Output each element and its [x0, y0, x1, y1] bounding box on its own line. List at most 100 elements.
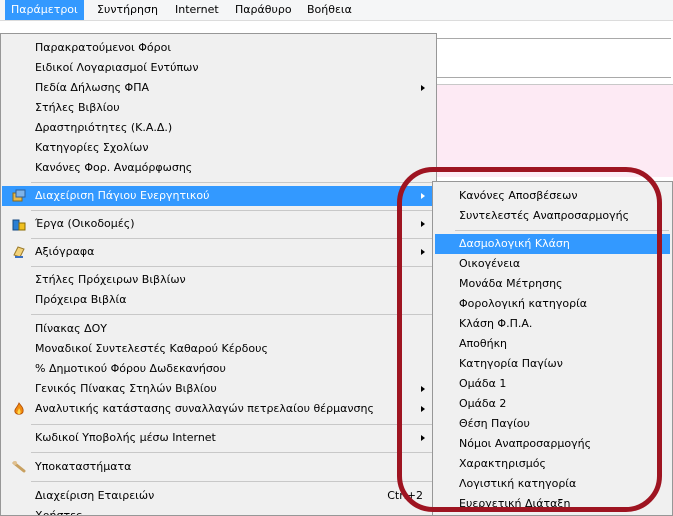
submenu-item-label: Χαρακτηρισμός — [459, 457, 546, 470]
menu-internet[interactable]: Internet — [169, 0, 225, 20]
submenu-arrow-icon — [421, 85, 425, 91]
background-toolbar-panel — [436, 38, 671, 78]
submenu-item-revaluation-coefficients[interactable]: Συντελεστές Αναπροσαρμογής — [435, 206, 670, 226]
submenu-item-label: Κατηγορία Παγίων — [459, 357, 563, 370]
menu-item-projects-buildings[interactable]: Έργα (Οικοδομές) — [2, 214, 435, 234]
submenu-item-unit-of-measure[interactable]: Μονάδα Μέτρησης — [435, 274, 670, 294]
menu-maintenance[interactable]: Συντήρηση — [91, 0, 164, 20]
submenu-item-depreciation-rules[interactable]: Κανόνες Αποσβέσεων — [435, 186, 670, 206]
menu-help[interactable]: Βοήθεια — [301, 0, 358, 20]
menu-item-net-profit-coefficients[interactable]: Μοναδικοί Συντελεστές Καθαρού Κέρδους — [2, 339, 435, 359]
menu-item-vat-declaration-fields[interactable]: Πεδία Δήλωσης ΦΠΑ — [2, 78, 435, 98]
menu-item-tax-adjustment-rules[interactable]: Κανόνες Φορ. Αναμόρφωσης — [2, 158, 435, 178]
submenu-item-group-1[interactable]: Ομάδα 1 — [435, 374, 670, 394]
submenu-item-asset-category[interactable]: Κατηγορία Παγίων — [435, 354, 670, 374]
menu-separator — [31, 238, 435, 239]
menu-item-comment-categories[interactable]: Κατηγορίες Σχολίων — [2, 138, 435, 158]
fixed-assets-submenu: Κανόνες Αποσβέσεων Συντελεστές Αναπροσαρ… — [432, 181, 673, 516]
submenu-item-warehouse[interactable]: Αποθήκη — [435, 334, 670, 354]
menu-item-label: Στήλες Πρόχειρων Βιβλίων — [35, 273, 186, 286]
submenu-arrow-icon — [421, 221, 425, 227]
submenu-item-label: Συντελεστές Αναπροσαρμογής — [459, 209, 630, 222]
menu-item-company-management[interactable]: Διαχείριση Εταιρειών Ctrl+2 — [2, 486, 435, 506]
menu-separator — [31, 210, 435, 211]
submenu-item-label: Δασμολογική Κλάση — [459, 237, 570, 250]
submenu-item-label: Φορολογική κατηγορία — [459, 297, 588, 310]
submenu-item-label: Ευεργετική Διάταξη — [459, 497, 571, 510]
menu-item-tax-office-table[interactable]: Πίνακας ΔΟΥ — [2, 319, 435, 339]
menu-separator — [31, 182, 435, 183]
submenu-item-asset-location[interactable]: Θέση Παγίου — [435, 414, 670, 434]
menu-bar: Παράμετροι Συντήρηση Internet Παράθυρο Β… — [0, 0, 673, 21]
menu-item-label: Δραστηριότητες (Κ.Α.Δ.) — [35, 121, 173, 134]
menu-separator — [31, 481, 435, 482]
menu-separator — [31, 424, 435, 425]
branches-icon — [12, 461, 26, 473]
menu-item-dodecanese-municipal-tax[interactable]: % Δημοτικού Φόρου Δωδεκανήσου — [2, 359, 435, 379]
menu-item-book-columns[interactable]: Στήλες Βιβλίου — [2, 98, 435, 118]
submenu-item-accounting-category[interactable]: Λογιστική κατηγορία — [435, 474, 670, 494]
submenu-item-vat-class[interactable]: Κλάση Φ.Π.Α. — [435, 314, 670, 334]
menu-item-draft-book-columns[interactable]: Στήλες Πρόχειρων Βιβλίων — [2, 270, 435, 290]
menu-item-label: % Δημοτικού Φόρου Δωδεκανήσου — [35, 362, 226, 375]
menu-separator — [31, 314, 435, 315]
menu-item-label: Έργα (Οικοδομές) — [35, 217, 135, 230]
menu-separator — [31, 266, 435, 267]
assets-icon — [12, 189, 26, 202]
menu-parameters[interactable]: Παράμετροι — [5, 0, 84, 20]
submenu-item-group-2[interactable]: Ομάδα 2 — [435, 394, 670, 414]
menu-separator — [31, 452, 435, 453]
submenu-item-label: Ομάδα 2 — [459, 397, 507, 410]
submenu-item-label: Λογιστική κατηγορία — [459, 477, 577, 490]
menu-item-heating-oil-transactions[interactable]: Αναλυτικής κατάστασης συναλλαγών πετρελα… — [2, 399, 435, 419]
menu-item-draft-books[interactable]: Πρόχειρα Βιβλία — [2, 290, 435, 310]
menu-item-label: Αναλυτικής κατάστασης συναλλαγών πετρελα… — [35, 402, 374, 415]
menu-item-special-form-accounts[interactable]: Ειδικοί Λογαριασμοί Εντύπων — [2, 58, 435, 78]
shortcut-label: Ctrl+2 — [387, 489, 423, 502]
submenu-item-label: Κανόνες Αποσβέσεων — [459, 189, 578, 202]
submenu-item-label: Οικογένεια — [459, 257, 521, 270]
flame-icon — [14, 402, 24, 415]
menu-item-label: Υποκαταστήματα — [35, 460, 132, 473]
submenu-arrow-icon — [421, 406, 425, 412]
construction-icon — [12, 219, 26, 231]
menu-item-label: Κατηγορίες Σχολίων — [35, 141, 149, 154]
menu-item-label: Πρόχειρα Βιβλία — [35, 293, 127, 306]
submenu-item-characterization[interactable]: Χαρακτηρισμός — [435, 454, 670, 474]
submenu-item-revaluation-laws[interactable]: Νόμοι Αναπροσαρμογής — [435, 434, 670, 454]
menu-item-label: Κωδικοί Υποβολής μέσω Internet — [35, 431, 216, 444]
menu-item-label: Διαχείριση Πάγιου Ενεργητικού — [35, 189, 210, 202]
menu-item-label: Ειδικοί Λογαριασμοί Εντύπων — [35, 61, 199, 74]
menu-item-securities[interactable]: Αξιόγραφα — [2, 242, 435, 262]
submenu-item-label: Αποθήκη — [459, 337, 508, 350]
menu-item-label: Χρήστες — [35, 509, 83, 516]
submenu-item-tax-category[interactable]: Φορολογική κατηγορία — [435, 294, 670, 314]
menu-item-label: Διαχείριση Εταιρειών — [35, 489, 155, 502]
menu-item-users[interactable]: Χρήστες — [2, 506, 435, 516]
background-content-panel — [436, 84, 673, 177]
menu-item-internet-submission-codes[interactable]: Κωδικοί Υποβολής μέσω Internet — [2, 428, 435, 448]
menu-item-label: Πίνακας ΔΟΥ — [35, 322, 107, 335]
menu-item-label: Παρακρατούμενοι Φόροι — [35, 41, 172, 54]
submenu-item-label: Μονάδα Μέτρησης — [459, 277, 563, 290]
menu-item-branches[interactable]: Υποκαταστήματα — [2, 457, 435, 477]
submenu-item-beneficial-provision[interactable]: Ευεργετική Διάταξη — [435, 494, 670, 514]
menu-item-label: Γενικός Πίνακας Στηλών Βιβλίου — [35, 382, 217, 395]
menu-window[interactable]: Παράθυρο — [229, 0, 298, 20]
parameters-dropdown-menu: Παρακρατούμενοι Φόροι Ειδικοί Λογαριασμο… — [0, 33, 437, 516]
submenu-arrow-icon — [421, 193, 425, 199]
submenu-item-customs-class[interactable]: Δασμολογική Κλάση — [435, 234, 670, 254]
submenu-item-label: Ομάδα 1 — [459, 377, 507, 390]
menu-item-label: Πεδία Δήλωσης ΦΠΑ — [35, 81, 149, 94]
submenu-item-label: Νόμοι Αναπροσαρμογής — [459, 437, 592, 450]
submenu-item-label: Θέση Παγίου — [459, 417, 530, 430]
menu-item-label: Κανόνες Φορ. Αναμόρφωσης — [35, 161, 193, 174]
menu-item-label: Στήλες Βιβλίου — [35, 101, 120, 114]
menu-item-label: Μοναδικοί Συντελεστές Καθαρού Κέρδους — [35, 342, 268, 355]
menu-item-fixed-assets-management[interactable]: Διαχείριση Πάγιου Ενεργητικού — [2, 186, 435, 206]
submenu-item-family[interactable]: Οικογένεια — [435, 254, 670, 274]
menu-item-general-book-columns-table[interactable]: Γενικός Πίνακας Στηλών Βιβλίου — [2, 379, 435, 399]
menu-separator — [455, 230, 669, 231]
menu-item-activities-kad[interactable]: Δραστηριότητες (Κ.Α.Δ.) — [2, 118, 435, 138]
menu-item-withholding-taxes[interactable]: Παρακρατούμενοι Φόροι — [2, 38, 435, 58]
